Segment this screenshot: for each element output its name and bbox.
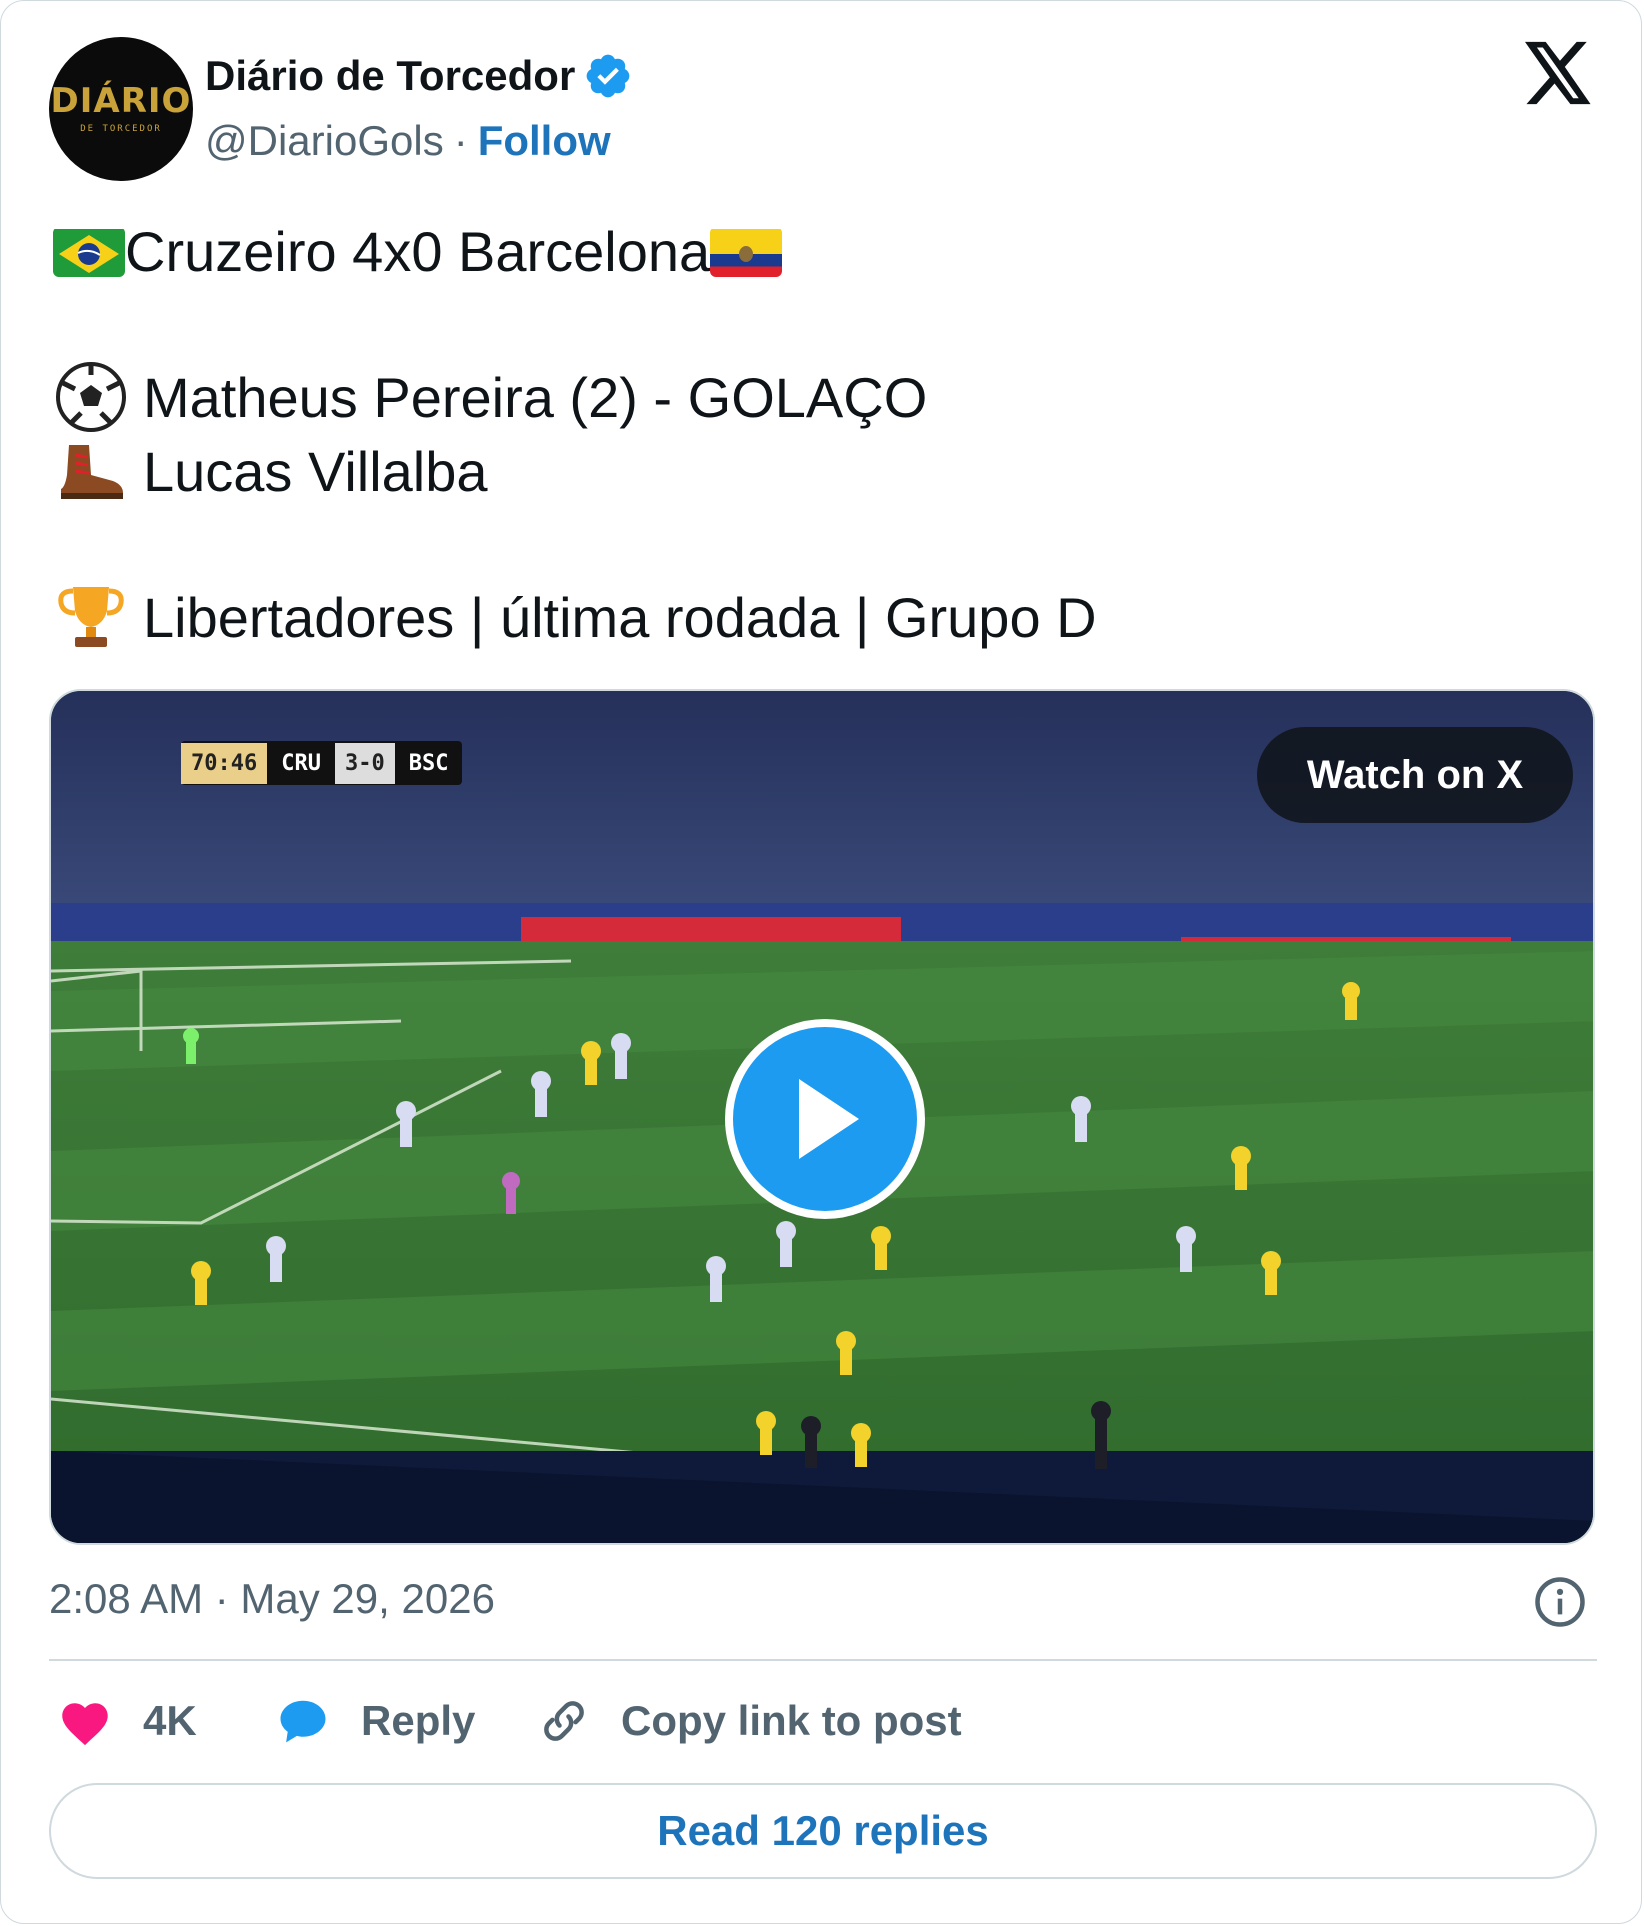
play-icon xyxy=(799,1079,859,1159)
copy-link-label: Copy link to post xyxy=(621,1697,962,1744)
reply-label: Reply xyxy=(361,1697,476,1744)
assist-text: Lucas Villalba xyxy=(143,439,488,503)
like-count: 4K xyxy=(143,1697,197,1744)
avatar-logo-subtext: DE TORCEDOR xyxy=(80,124,162,134)
ecuador-flag-icon xyxy=(710,227,783,277)
video-thumbnail[interactable]: 70:46 CRU 3-0 BSC Watch on X xyxy=(49,689,1595,1545)
post-line-1: Cruzeiro 4x0 Barcelona xyxy=(53,219,783,284)
away-team: BSC xyxy=(408,750,449,776)
match-clock: 70:46 xyxy=(181,742,268,784)
copy-link-button[interactable]: Copy link to post xyxy=(537,1689,962,1753)
link-icon xyxy=(544,1701,584,1741)
brazil-flag-icon xyxy=(53,227,125,277)
scorer-text: Matheus Pereira (2) - GOLAÇO xyxy=(143,365,928,429)
reply-button[interactable]: Reply xyxy=(275,1689,475,1753)
trophy-icon xyxy=(53,579,129,655)
read-replies-button[interactable]: Read 120 replies xyxy=(49,1783,1597,1879)
embedded-post-card: DIÁRIO DE TORCEDOR Diário de Torcedor @D… xyxy=(0,0,1642,1924)
avatar-logo-text: DIÁRIO xyxy=(50,81,192,121)
post-line-2: Matheus Pereira (2) - GOLAÇO xyxy=(53,359,927,435)
match-score: 3-0 xyxy=(334,742,395,784)
post-timestamp[interactable]: 2:08 AM · May 29, 2026 xyxy=(49,1575,495,1623)
play-button[interactable] xyxy=(725,1019,925,1219)
heart-icon xyxy=(62,1703,108,1746)
match-result-text: Cruzeiro 4x0 Barcelona xyxy=(125,220,711,283)
like-button[interactable]: 4K xyxy=(57,1689,197,1753)
home-team: CRU xyxy=(281,750,321,776)
author-handle[interactable]: @DiarioGols xyxy=(205,117,444,165)
x-logo-icon[interactable] xyxy=(1525,41,1593,105)
divider xyxy=(49,1659,1597,1661)
verified-badge-icon xyxy=(586,54,630,98)
watch-on-x-button[interactable]: Watch on X xyxy=(1257,727,1573,823)
competition-text: Libertadores | última rodada | Grupo D xyxy=(143,585,1097,649)
reply-bubble-icon xyxy=(280,1700,326,1743)
author-name[interactable]: Diário de Torcedor xyxy=(205,52,575,100)
author-handle-row: @DiarioGols · Follow xyxy=(205,117,611,165)
scoreboard: 70:46 CRU 3-0 BSC xyxy=(181,741,463,785)
follow-button[interactable]: Follow xyxy=(478,117,611,165)
post-line-4: Libertadores | última rodada | Grupo D xyxy=(53,579,1097,655)
post-line-3: Lucas Villalba xyxy=(53,433,488,509)
info-icon[interactable] xyxy=(1533,1575,1587,1629)
boot-icon xyxy=(53,433,129,509)
soccer-ball-icon xyxy=(53,359,129,435)
avatar[interactable]: DIÁRIO DE TORCEDOR xyxy=(49,37,193,181)
separator-dot: · xyxy=(453,117,468,164)
author-name-row: Diário de Torcedor xyxy=(205,51,633,101)
